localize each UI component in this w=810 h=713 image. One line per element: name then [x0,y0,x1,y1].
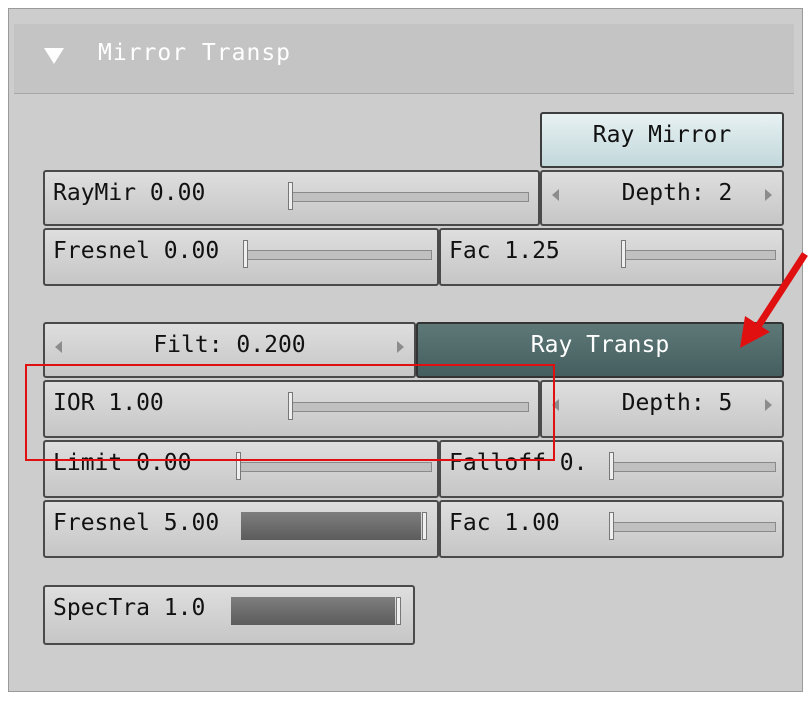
panel-header[interactable]: Mirror Transp [14,24,794,94]
transp-fresnel-slider[interactable]: Fresnel 5.00 [43,500,439,558]
increment-arrow-icon[interactable] [765,399,772,411]
limit-label: Limit 0.00 [53,450,192,476]
spectra-label: SpecTra 1.0 [53,595,206,621]
limit-track [238,462,432,472]
transp-depth-label: Depth: 5 [621,390,733,416]
falloff-label: Falloff 0. [449,450,588,476]
ior-slider[interactable]: IOR 1.00 [43,380,540,438]
raymir-handle[interactable] [288,182,293,210]
mirror-fresnel-label: Fresnel 0.00 [53,238,220,264]
falloff-slider[interactable]: Falloff 0. [439,440,784,498]
panel-title: Mirror Transp [98,40,292,66]
ior-handle[interactable] [288,392,293,420]
mirror-depth-field[interactable]: Depth: 2 [540,170,784,226]
ray-transp-toggle[interactable]: Ray Transp [416,322,784,378]
ray-transp-label: Ray Transp [530,332,670,358]
filt-label: Filt: 0.200 [153,332,306,358]
limit-handle[interactable] [236,452,241,480]
transp-fac-slider[interactable]: Fac 1.00 [439,500,784,558]
ray-mirror-label: Ray Mirror [592,122,732,148]
mirror-fac-handle[interactable] [621,240,626,268]
raymir-slider[interactable]: RayMir 0.00 [43,170,540,226]
red-arrow-icon [740,252,808,348]
falloff-handle[interactable] [609,452,614,480]
mirror-fac-slider[interactable]: Fac 1.25 [439,228,784,286]
raymir-label: RayMir 0.00 [53,180,206,206]
filt-field[interactable]: Filt: 0.200 [43,322,416,378]
increment-arrow-icon[interactable] [765,189,772,201]
mirror-fresnel-slider[interactable]: Fresnel 0.00 [43,228,439,286]
transp-fresnel-handle[interactable] [422,512,427,540]
mirror-depth-label: Depth: 2 [621,180,733,206]
increment-arrow-icon[interactable] [397,341,404,353]
raymir-track [290,192,529,202]
transp-fac-handle[interactable] [609,512,614,540]
ray-mirror-toggle[interactable]: Ray Mirror [540,112,784,168]
ior-track [290,402,529,412]
ior-label: IOR 1.00 [53,390,164,416]
decrement-arrow-icon[interactable] [552,189,559,201]
transp-depth-field[interactable]: Depth: 5 [540,380,784,438]
decrement-arrow-icon[interactable] [552,399,559,411]
spectra-handle[interactable] [396,597,401,625]
transp-fac-label: Fac 1.00 [449,510,560,536]
transp-fac-track [611,522,776,532]
mirror-fac-label: Fac 1.25 [449,238,560,264]
spectra-fill [231,597,395,625]
transp-fresnel-fill [241,512,421,540]
transp-fresnel-label: Fresnel 5.00 [53,510,220,536]
limit-slider[interactable]: Limit 0.00 [43,440,439,498]
falloff-track [611,462,776,472]
mirror-fresnel-handle[interactable] [243,240,248,268]
mirror-fresnel-track [245,250,432,260]
spectra-slider[interactable]: SpecTra 1.0 [43,585,415,645]
triangle-down-icon[interactable] [44,48,64,64]
